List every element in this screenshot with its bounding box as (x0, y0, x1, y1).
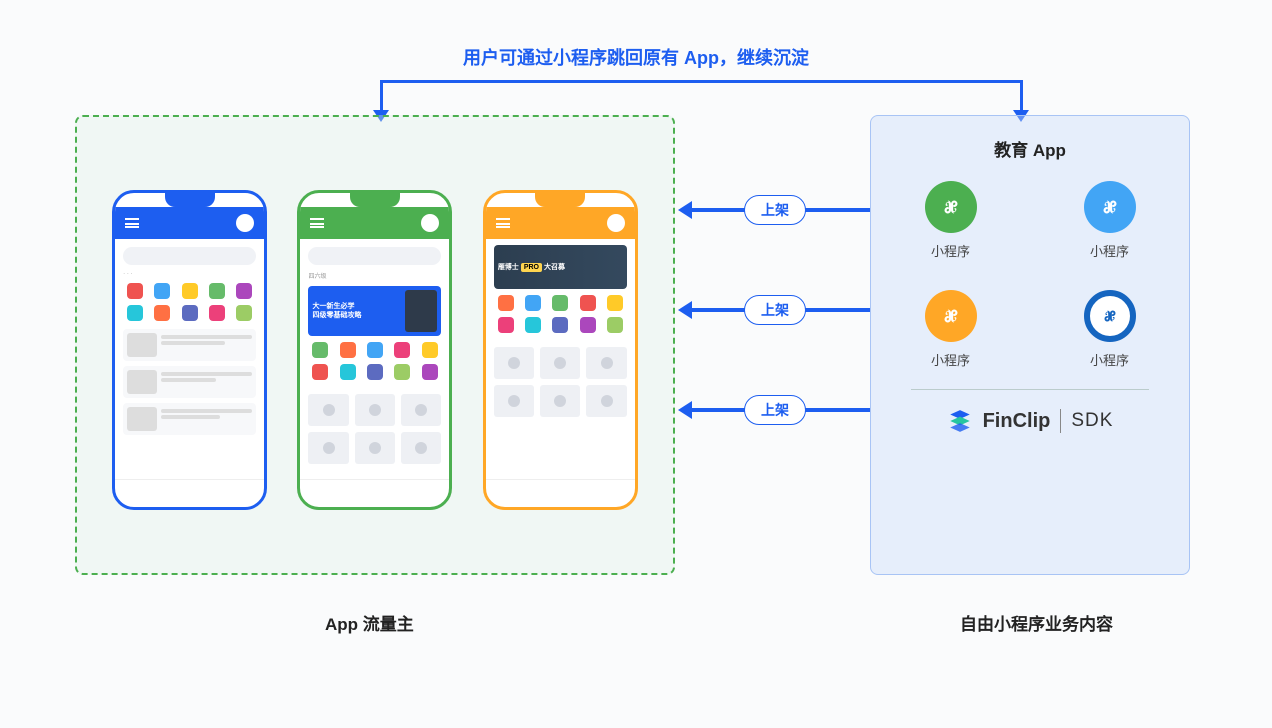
architecture-diagram: 用户可通过小程序跳回原有 App，继续沉淀 · · · (0, 0, 1272, 728)
promo-banner: 大一新生必学 四级零基础攻略 (308, 286, 441, 336)
publish-badge: 上架 (744, 295, 806, 325)
sdk-label: SDK (1071, 410, 1113, 432)
sdk-brand-row: FinClip SDK (891, 408, 1169, 434)
left-panel-label: App 流量主 (325, 610, 414, 635)
arrow-publish-1: 上架 (680, 190, 870, 230)
top-flow-text: 用户可通过小程序跳回原有 App，继续沉淀 (463, 44, 809, 70)
promo-banner-dark: 雁博士 PRO 大召募 (494, 245, 627, 289)
phone-mockup-orange: 雁博士 PRO 大召募 (483, 190, 638, 510)
arrow-left-icon (678, 201, 692, 219)
person-image (405, 290, 437, 332)
phone-mockup-blue: · · · (112, 190, 267, 510)
phone-tabs: 四六级 (300, 271, 449, 280)
mini-program-item: 小程序 (1084, 181, 1136, 260)
icon-grid (486, 295, 635, 333)
bottom-nav (486, 479, 635, 507)
content-grid (300, 388, 449, 470)
phone-notch (535, 193, 585, 207)
finclip-logo-icon (947, 408, 973, 434)
right-panel-title: 教育 App (891, 136, 1169, 161)
mini-program-item: 小程序 (1084, 290, 1136, 369)
phone-header (300, 207, 449, 239)
miniprogram-icon (925, 290, 977, 342)
mini-program-grid: 小程序 小程序 小程序 小程序 (891, 181, 1169, 369)
avatar-icon (236, 214, 254, 232)
arrow-left-icon (678, 401, 692, 419)
phone-header (486, 207, 635, 239)
sdk-brand-name: FinClip (983, 410, 1051, 433)
bottom-nav (115, 479, 264, 507)
miniprogram-icon (1084, 290, 1136, 342)
menu-icon (310, 218, 324, 228)
search-bar (123, 247, 256, 265)
arrow-publish-3: 上架 (680, 390, 870, 430)
phone-header (115, 207, 264, 239)
connector-top-left (380, 80, 383, 114)
card-list (115, 329, 264, 435)
left-panel-app-owner: · · · 四六级 大一新生必学 (75, 115, 675, 575)
miniprogram-icon (925, 181, 977, 233)
right-panel-edu-app: 教育 App 小程序 小程序 小程序 (870, 115, 1190, 575)
publish-badge: 上架 (744, 195, 806, 225)
miniprogram-icon (1084, 181, 1136, 233)
publish-badge: 上架 (744, 395, 806, 425)
connector-top-right (1020, 80, 1023, 114)
icon-grid (115, 283, 264, 321)
search-bar (308, 247, 441, 265)
phone-tabs: · · · (115, 271, 264, 277)
divider (911, 389, 1149, 390)
menu-icon (125, 218, 139, 228)
connector-top (380, 80, 1020, 83)
avatar-icon (421, 214, 439, 232)
icon-grid (300, 342, 449, 380)
right-panel-label: 自由小程序业务内容 (960, 610, 1113, 635)
phone-mockup-green: 四六级 大一新生必学 四级零基础攻略 (297, 190, 452, 510)
content-grid (486, 341, 635, 423)
phone-notch (165, 193, 215, 207)
menu-icon (496, 218, 510, 228)
avatar-icon (607, 214, 625, 232)
arrow-left-icon (678, 301, 692, 319)
separator (1060, 409, 1061, 433)
mini-program-item: 小程序 (925, 181, 977, 260)
phone-notch (350, 193, 400, 207)
mini-program-item: 小程序 (925, 290, 977, 369)
bottom-nav (300, 479, 449, 507)
arrow-publish-2: 上架 (680, 290, 870, 330)
